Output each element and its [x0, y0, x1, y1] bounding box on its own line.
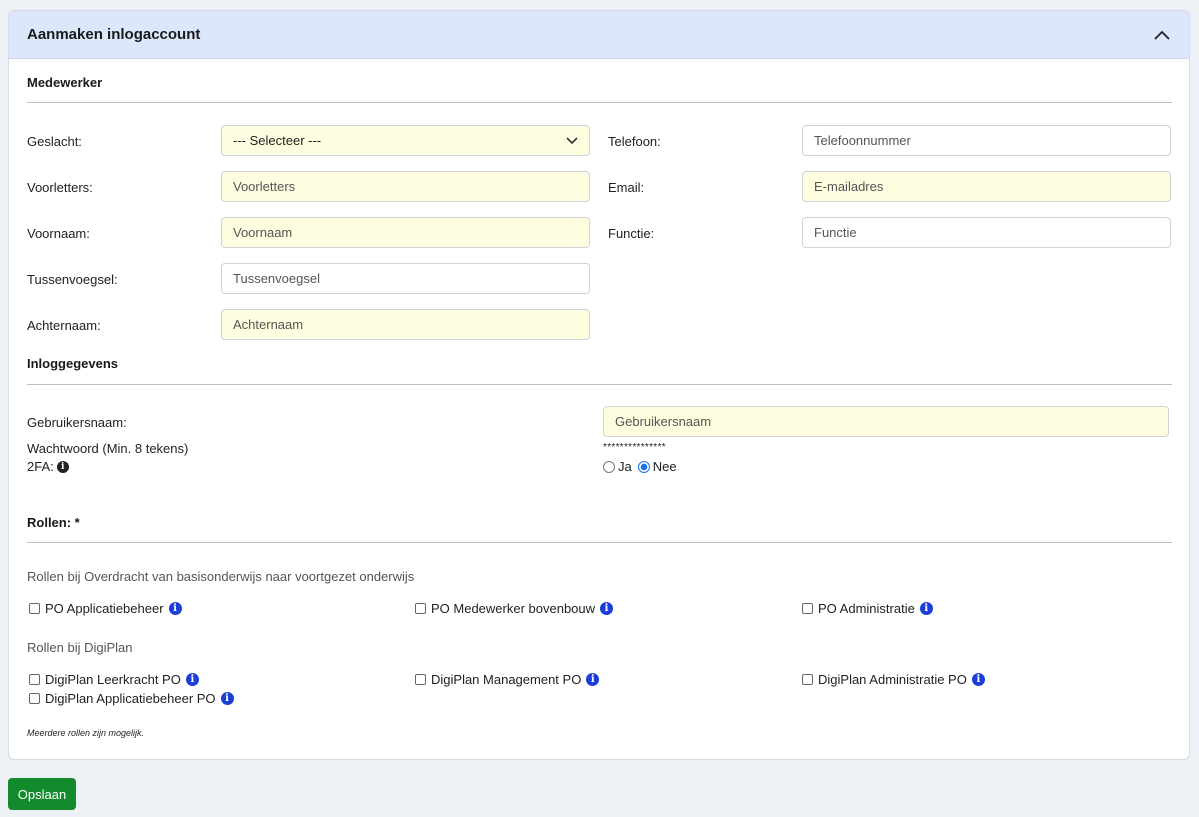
divider	[27, 102, 1172, 103]
email-label: Email:	[608, 180, 645, 195]
chevron-down-icon	[566, 133, 578, 148]
role-digiplan-applicatiebeheer-po[interactable]: DigiPlan Applicatiebeheer PO i	[29, 691, 234, 706]
role-group-title: Rollen bij DigiPlan	[27, 640, 133, 655]
geslacht-select-value: --- Selecteer ---	[233, 133, 322, 148]
role-digiplan-management-po[interactable]: DigiPlan Management PO i	[415, 672, 600, 687]
role-po-medewerker-bovenbouw[interactable]: PO Medewerker bovenbouw i	[415, 601, 614, 616]
twofa-radio-ja[interactable]	[603, 460, 615, 473]
telefoon-input[interactable]	[802, 125, 1171, 156]
achternaam-label: Achternaam:	[27, 318, 101, 333]
role-checkbox[interactable]	[802, 603, 813, 614]
twofa-radio-group: Ja Nee	[603, 459, 677, 474]
wachtwoord-value: ***************	[603, 442, 666, 453]
section-title-inloggegevens: Inloggegevens	[27, 356, 119, 371]
functie-input[interactable]	[802, 217, 1171, 248]
info-icon[interactable]: i	[56, 460, 69, 473]
role-label: DigiPlan Administratie PO	[818, 672, 967, 687]
voornaam-label: Voornaam:	[27, 226, 90, 241]
geslacht-select[interactable]: --- Selecteer ---	[221, 125, 590, 156]
section-title-rollen: Rollen: *	[27, 515, 80, 530]
chevron-up-icon[interactable]	[1153, 26, 1171, 44]
twofa-nee-label: Nee	[652, 459, 677, 474]
card-header[interactable]: Aanmaken inlogaccount	[9, 11, 1189, 59]
functie-label: Functie:	[608, 226, 655, 241]
tussenvoegsel-label: Tussenvoegsel:	[27, 272, 118, 287]
geslacht-label: Geslacht:	[27, 134, 82, 149]
info-icon[interactable]: i	[919, 602, 933, 615]
telefoon-label: Telefoon:	[608, 134, 661, 149]
role-checkbox[interactable]	[29, 603, 40, 614]
role-digiplan-administratie-po[interactable]: DigiPlan Administratie PO i	[802, 672, 985, 687]
role-checkbox[interactable]	[415, 603, 426, 614]
twofa-ja-label: Ja	[618, 459, 632, 474]
role-group-title: Rollen bij Overdracht van basisonderwijs…	[27, 569, 415, 584]
voorletters-input[interactable]	[221, 171, 590, 202]
info-icon[interactable]: i	[600, 602, 614, 615]
role-checkbox[interactable]	[802, 674, 813, 685]
role-label: PO Medewerker bovenbouw	[431, 601, 596, 616]
wachtwoord-label: Wachtwoord (Min. 8 tekens)	[27, 441, 189, 456]
save-button[interactable]: Opslaan	[8, 778, 76, 810]
create-account-card: Aanmaken inlogaccount Medewerker Geslach…	[8, 10, 1190, 760]
role-label: DigiPlan Applicatiebeheer PO	[45, 691, 216, 706]
info-icon[interactable]: i	[586, 673, 600, 686]
twofa-label-group: 2FA: i	[27, 459, 69, 474]
role-po-administratie[interactable]: PO Administratie i	[802, 601, 933, 616]
gebruikersnaam-label: Gebruikersnaam:	[27, 415, 127, 430]
divider	[27, 542, 1172, 543]
role-checkbox[interactable]	[415, 674, 426, 685]
info-icon[interactable]: i	[971, 673, 985, 686]
gebruikersnaam-input[interactable]	[603, 406, 1169, 437]
roles-note: Meerdere rollen zijn mogelijk.	[27, 728, 145, 738]
info-icon[interactable]: i	[220, 692, 234, 705]
role-checkbox[interactable]	[29, 674, 40, 685]
role-digiplan-leerkracht-po[interactable]: DigiPlan Leerkracht PO i	[29, 672, 199, 687]
voorletters-label: Voorletters:	[27, 180, 93, 195]
info-icon[interactable]: i	[168, 602, 182, 615]
role-label: PO Administratie	[818, 601, 915, 616]
divider	[27, 384, 1172, 385]
tussenvoegsel-input[interactable]	[221, 263, 590, 294]
role-po-applicatiebeheer[interactable]: PO Applicatiebeheer i	[29, 601, 182, 616]
achternaam-input[interactable]	[221, 309, 590, 340]
twofa-label: 2FA:	[27, 459, 54, 474]
email-input[interactable]	[802, 171, 1171, 202]
twofa-radio-nee[interactable]	[637, 460, 650, 473]
section-title-medewerker: Medewerker	[27, 75, 103, 90]
role-label: DigiPlan Management PO	[431, 672, 582, 687]
card-title: Aanmaken inlogaccount	[27, 26, 201, 43]
info-icon[interactable]: i	[185, 673, 199, 686]
role-label: DigiPlan Leerkracht PO	[45, 672, 181, 687]
role-label: PO Applicatiebeheer	[45, 601, 164, 616]
voornaam-input[interactable]	[221, 217, 590, 248]
role-checkbox[interactable]	[29, 693, 40, 704]
